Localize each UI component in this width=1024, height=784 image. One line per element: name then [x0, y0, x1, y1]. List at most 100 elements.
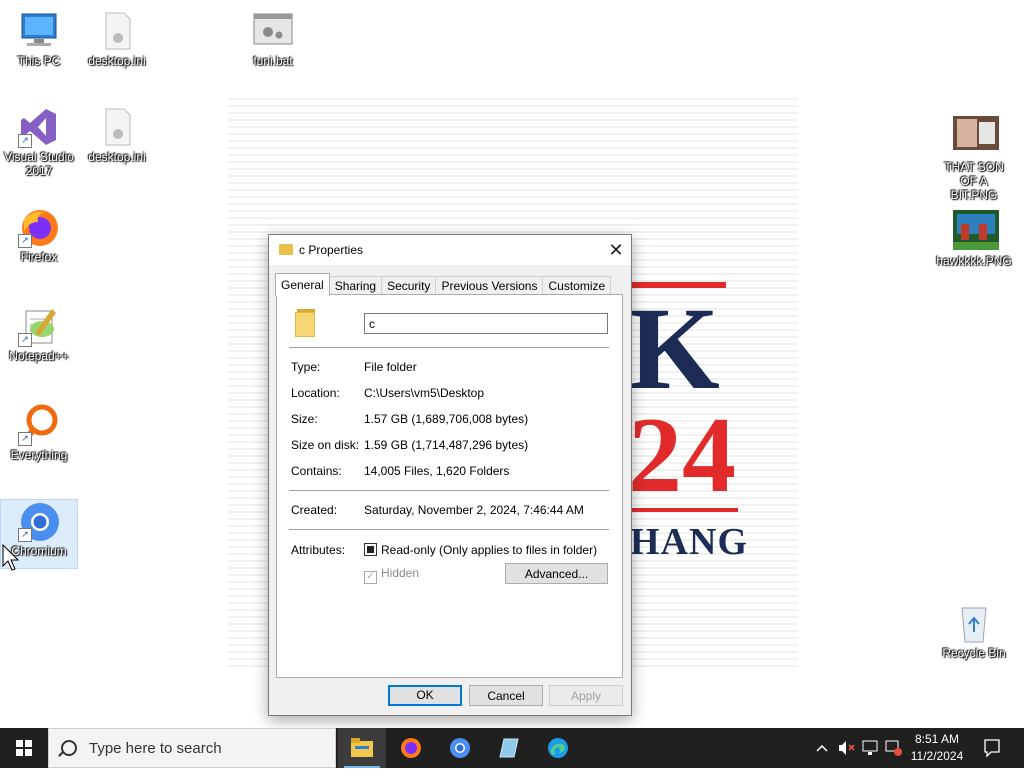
- desktop-icon-recycle-bin[interactable]: Recycle Bin: [936, 602, 1012, 660]
- prop-label: Created:: [291, 503, 338, 517]
- desktop-icon-visual-studio[interactable]: ↗ Visual Studio 2017: [1, 106, 77, 178]
- taskbar-clock[interactable]: 8:51 AM 11/2/2024: [903, 731, 971, 765]
- tab-previous-versions[interactable]: Previous Versions: [435, 276, 544, 296]
- shortcut-arrow-icon: ↗: [18, 333, 32, 347]
- taskbar-file-explorer[interactable]: [338, 728, 386, 768]
- network-icon: [862, 740, 878, 755]
- search-placeholder: Type here to search: [89, 740, 222, 757]
- icon-label: THAT SON OF A BIT.PNG: [944, 160, 1004, 202]
- divider: [289, 490, 609, 491]
- hidden-checkbox[interactable]: ✓: [364, 571, 377, 584]
- icon-label: Everything: [10, 448, 68, 462]
- tab-sharing[interactable]: Sharing: [328, 276, 383, 296]
- prop-label: Size:: [291, 412, 318, 426]
- recycle-bin-icon: [953, 602, 995, 644]
- icon-label: desktop.ini: [88, 54, 146, 68]
- tab-security[interactable]: Security: [381, 276, 437, 296]
- advanced-button[interactable]: Advanced...: [505, 563, 608, 584]
- tab-general[interactable]: General: [275, 273, 330, 296]
- properties-dialog: c Properties ✕ General Sharing Security …: [268, 234, 632, 716]
- tab-customize[interactable]: Customize: [542, 276, 612, 296]
- taskbar-notepad[interactable]: [485, 728, 533, 768]
- hidden-checkbox-row[interactable]: ✓ Hidden: [364, 566, 419, 584]
- wallpaper-letter: K: [628, 283, 720, 414]
- chromium-icon: ↗: [18, 500, 60, 542]
- show-hidden-icons-button[interactable]: [812, 728, 832, 768]
- desktop-icon-hawk-png[interactable]: hawkkkk.PNG: [936, 210, 1012, 268]
- icon-label: This PC: [17, 54, 61, 68]
- prop-value: 1.57 GB (1,689,706,008 bytes): [364, 412, 529, 426]
- image-file-icon: [953, 210, 999, 252]
- folder-icon: [295, 309, 315, 337]
- action-center-button[interactable]: [980, 728, 1004, 768]
- desktop-icon-firefox[interactable]: ↗ Firefox: [1, 206, 77, 264]
- readonly-label: Read-only (Only applies to files in fold…: [381, 543, 598, 557]
- prop-value: File folder: [364, 360, 417, 374]
- search-icon: [61, 740, 77, 756]
- shortcut-arrow-icon: ↗: [18, 234, 32, 248]
- desktop-icon-funi-bat[interactable]: funi.bat: [235, 10, 311, 68]
- batch-file-icon: [252, 10, 294, 52]
- desktop-icon-everything[interactable]: ↗ Everything: [1, 404, 77, 462]
- windows-logo-icon: [16, 740, 32, 756]
- icon-label: desktop.ini: [88, 150, 146, 164]
- taskbar-edge[interactable]: [534, 728, 582, 768]
- taskbar-search-box[interactable]: Type here to search: [48, 728, 336, 768]
- divider: [289, 529, 609, 530]
- tab-strip: General Sharing Security Previous Versio…: [275, 273, 612, 296]
- icon-label: Firefox: [20, 250, 58, 264]
- everything-search-icon: ↗: [18, 404, 60, 446]
- readonly-checkbox-row[interactable]: Read-only (Only applies to files in fold…: [364, 543, 597, 557]
- prop-value: 1.59 GB (1,714,487,296 bytes): [364, 438, 529, 452]
- wallpaper-number: 24: [628, 396, 736, 515]
- visual-studio-icon: ↗: [18, 106, 60, 148]
- icon-label: hawkkkk.PNG: [936, 254, 1012, 268]
- volume-muted-button[interactable]: [836, 728, 858, 768]
- desktop-icon-notepad-plus-plus[interactable]: ↗ Notepad++: [1, 305, 77, 363]
- firefox-icon: ↗: [18, 206, 60, 248]
- folder-icon: [279, 244, 293, 255]
- desktop-icon-desktop-ini-2[interactable]: desktop.ini: [79, 106, 155, 164]
- general-tab-panel: c Type: File folder Location: C:\Users\v…: [276, 294, 623, 678]
- notifications-icon: [984, 739, 1000, 758]
- taskbar: Type here to search 8:51 AM 11/2/2024: [0, 728, 1024, 768]
- apply-button[interactable]: Apply: [549, 685, 623, 706]
- chromium-icon: [450, 738, 470, 758]
- folder-name-input[interactable]: c: [364, 313, 608, 334]
- prop-label: Attributes:: [291, 543, 346, 557]
- network-alert-icon: [885, 740, 902, 756]
- icon-label: Recycle Bin: [942, 646, 1006, 660]
- chevron-up-icon: [816, 744, 828, 752]
- start-button[interactable]: [0, 728, 48, 768]
- readonly-checkbox[interactable]: [364, 543, 377, 556]
- notepad-plus-plus-icon: ↗: [18, 305, 60, 347]
- volume-muted-icon: [839, 741, 855, 755]
- prop-label: Size on disk:: [291, 438, 360, 452]
- dialog-title: c Properties: [299, 243, 364, 257]
- taskbar-firefox[interactable]: [387, 728, 435, 768]
- prop-value: Saturday, November 2, 2024, 7:46:44 AM: [364, 503, 584, 517]
- shortcut-arrow-icon: ↗: [18, 134, 32, 148]
- prop-value: C:\Users\vm5\Desktop: [364, 386, 485, 400]
- desktop-icon-that-son-png[interactable]: THAT SON OF A BIT.PNG: [936, 116, 1012, 202]
- notification-alert-button[interactable]: [884, 728, 904, 768]
- desktop-icon-this-pc[interactable]: This PC: [1, 10, 77, 68]
- mouse-cursor-icon: [2, 544, 20, 571]
- file-explorer-icon: [351, 738, 373, 757]
- icon-label: Visual Studio 2017: [4, 150, 74, 178]
- network-button[interactable]: [860, 728, 882, 768]
- close-button[interactable]: ✕: [601, 235, 631, 265]
- clock-time: 8:51 AM: [914, 732, 960, 746]
- taskbar-chromium[interactable]: [436, 728, 484, 768]
- notepad-icon: [499, 738, 519, 758]
- cancel-button[interactable]: Cancel: [469, 685, 543, 706]
- image-file-icon: [953, 116, 999, 158]
- dialog-titlebar[interactable]: c Properties ✕: [269, 235, 631, 265]
- desktop-icon-desktop-ini[interactable]: desktop.ini: [79, 10, 155, 68]
- settings-file-icon: [96, 10, 138, 52]
- icon-label: Notepad++: [9, 349, 69, 363]
- prop-value: 14,005 Files, 1,620 Folders: [364, 464, 510, 478]
- ok-button[interactable]: OK: [388, 685, 462, 706]
- settings-file-icon: [96, 106, 138, 148]
- prop-label: Contains:: [291, 464, 342, 478]
